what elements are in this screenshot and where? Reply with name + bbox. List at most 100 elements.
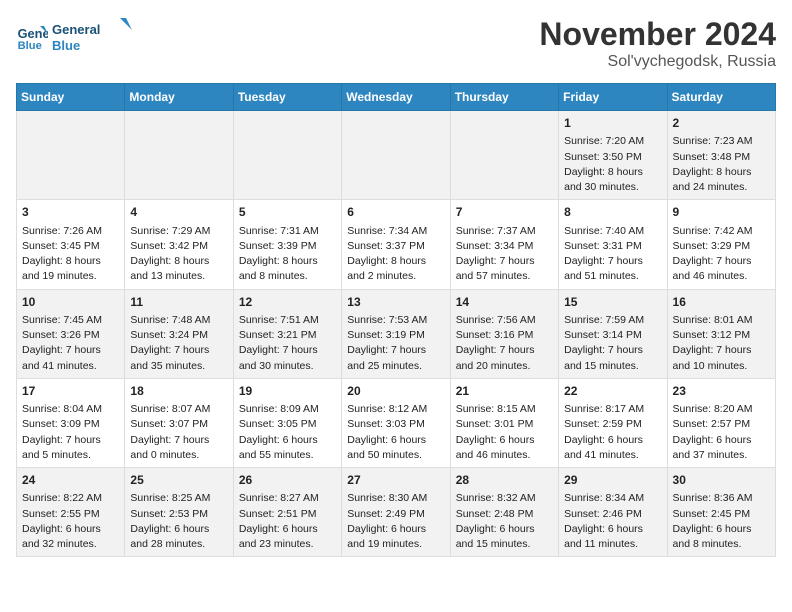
day-number: 10 [22, 294, 119, 311]
day-number: 6 [347, 204, 444, 221]
day-number: 24 [22, 472, 119, 489]
calendar-cell: 3Sunrise: 7:26 AMSunset: 3:45 PMDaylight… [17, 200, 125, 289]
weekday-header-thursday: Thursday [450, 84, 558, 111]
day-info: and 46 minutes. [456, 448, 553, 463]
day-number: 17 [22, 383, 119, 400]
day-info: Sunset: 2:59 PM [564, 417, 661, 432]
day-number: 3 [22, 204, 119, 221]
day-info: Sunset: 3:50 PM [564, 150, 661, 165]
weekday-header-monday: Monday [125, 84, 233, 111]
day-info: Sunrise: 8:01 AM [673, 313, 770, 328]
day-info: Daylight: 7 hours [673, 343, 770, 358]
day-info: Sunrise: 7:59 AM [564, 313, 661, 328]
day-info: Daylight: 7 hours [130, 343, 227, 358]
day-info: Sunrise: 8:04 AM [22, 402, 119, 417]
calendar-cell: 12Sunrise: 7:51 AMSunset: 3:21 PMDayligh… [233, 289, 341, 378]
calendar-cell: 24 Sunrise: 8:22 AMSunset: 2:55 PMDayligh… [17, 468, 125, 557]
day-number: 15 [564, 294, 661, 311]
day-info: Sunrise: 8:36 AM [673, 491, 770, 506]
day-number: 14 [456, 294, 553, 311]
calendar-cell: 1Sunrise: 7:20 AMSunset: 3:50 PMDaylight… [559, 111, 667, 200]
day-info: and 2 minutes. [347, 269, 444, 284]
day-info: Sunset: 2:48 PM [456, 507, 553, 522]
day-info: Sunset: 3:45 PM [22, 239, 119, 254]
day-info: Daylight: 6 hours [239, 433, 336, 448]
day-info: Sunset: 3:19 PM [347, 328, 444, 343]
day-info: and 46 minutes. [673, 269, 770, 284]
calendar-cell: 16Sunrise: 8:01 AMSunset: 3:12 PMDayligh… [667, 289, 775, 378]
day-number: 20 [347, 383, 444, 400]
day-info: and 10 minutes. [673, 359, 770, 374]
week-row-2: 3Sunrise: 7:26 AMSunset: 3:45 PMDaylight… [17, 200, 776, 289]
weekday-header-tuesday: Tuesday [233, 84, 341, 111]
day-info: and 55 minutes. [239, 448, 336, 463]
day-info: Sunset: 2:55 PM [22, 507, 119, 522]
calendar-cell [17, 111, 125, 200]
day-info: Sunset: 2:51 PM [239, 507, 336, 522]
calendar-cell: 20Sunrise: 8:12 AMSunset: 3:03 PMDayligh… [342, 378, 450, 467]
page-header: General Blue General Blue November 2024 … [16, 16, 776, 71]
day-info: and 15 minutes. [564, 359, 661, 374]
day-info: Sunrise: 7:42 AM [673, 224, 770, 239]
day-info: Daylight: 6 hours [347, 433, 444, 448]
day-info: Daylight: 6 hours [130, 522, 227, 537]
day-info: Sunset: 2:57 PM [673, 417, 770, 432]
day-info: Sunrise: 7:23 AM [673, 134, 770, 149]
day-info: Daylight: 6 hours [456, 433, 553, 448]
day-info: Sunrise: 8:22 AM [22, 491, 119, 506]
logo: General Blue General Blue [16, 16, 132, 59]
weekday-header-sunday: Sunday [17, 84, 125, 111]
day-info: and 41 minutes. [22, 359, 119, 374]
day-info: Sunrise: 8:30 AM [347, 491, 444, 506]
day-info: Daylight: 7 hours [456, 254, 553, 269]
week-row-3: 10Sunrise: 7:45 AMSunset: 3:26 PMDayligh… [17, 289, 776, 378]
day-info: Sunset: 2:53 PM [130, 507, 227, 522]
calendar-cell: 4Sunrise: 7:29 AMSunset: 3:42 PMDaylight… [125, 200, 233, 289]
calendar-table: SundayMondayTuesdayWednesdayThursdayFrid… [16, 83, 776, 557]
day-info: Daylight: 7 hours [456, 343, 553, 358]
day-info: Sunset: 2:45 PM [673, 507, 770, 522]
day-number: 22 [564, 383, 661, 400]
calendar-cell: 29Sunrise: 8:34 AMSunset: 2:46 PMDayligh… [559, 468, 667, 557]
calendar-cell: 10Sunrise: 7:45 AMSunset: 3:26 PMDayligh… [17, 289, 125, 378]
day-number: 13 [347, 294, 444, 311]
day-number: 21 [456, 383, 553, 400]
day-info: Sunrise: 8:09 AM [239, 402, 336, 417]
day-info: Sunset: 3:29 PM [673, 239, 770, 254]
day-info: and 35 minutes. [130, 359, 227, 374]
calendar-cell: 14Sunrise: 7:56 AMSunset: 3:16 PMDayligh… [450, 289, 558, 378]
weekday-header-row: SundayMondayTuesdayWednesdayThursdayFrid… [17, 84, 776, 111]
day-info: Daylight: 7 hours [22, 343, 119, 358]
day-info: Daylight: 7 hours [22, 433, 119, 448]
day-info: Sunset: 3:31 PM [564, 239, 661, 254]
day-number: 9 [673, 204, 770, 221]
day-info: Sunrise: 7:29 AM [130, 224, 227, 239]
calendar-cell: 11Sunrise: 7:48 AMSunset: 3:24 PMDayligh… [125, 289, 233, 378]
day-number: 2 [673, 115, 770, 132]
day-info: Daylight: 8 hours [22, 254, 119, 269]
svg-text:Blue: Blue [52, 38, 80, 53]
day-info: Daylight: 7 hours [130, 433, 227, 448]
day-info: Sunrise: 7:20 AM [564, 134, 661, 149]
day-info: and 0 minutes. [130, 448, 227, 463]
day-number: 4 [130, 204, 227, 221]
day-info: and 19 minutes. [22, 269, 119, 284]
day-info: Sunrise: 7:56 AM [456, 313, 553, 328]
day-info: Sunrise: 7:37 AM [456, 224, 553, 239]
day-info: Daylight: 8 hours [239, 254, 336, 269]
day-info: Sunrise: 8:12 AM [347, 402, 444, 417]
day-info: Daylight: 6 hours [673, 433, 770, 448]
day-info: Daylight: 8 hours [564, 165, 661, 180]
calendar-cell: 21Sunrise: 8:15 AMSunset: 3:01 PMDayligh… [450, 378, 558, 467]
day-info: Daylight: 6 hours [22, 522, 119, 537]
day-number: 5 [239, 204, 336, 221]
calendar-cell: 13Sunrise: 7:53 AMSunset: 3:19 PMDayligh… [342, 289, 450, 378]
day-info: and 30 minutes. [564, 180, 661, 195]
day-info: Daylight: 6 hours [456, 522, 553, 537]
calendar-cell: 22Sunrise: 8:17 AMSunset: 2:59 PMDayligh… [559, 378, 667, 467]
weekday-header-wednesday: Wednesday [342, 84, 450, 111]
calendar-cell: 25Sunrise: 8:25 AMSunset: 2:53 PMDayligh… [125, 468, 233, 557]
day-info: Sunset: 3:01 PM [456, 417, 553, 432]
calendar-cell [125, 111, 233, 200]
calendar-cell: 2Sunrise: 7:23 AMSunset: 3:48 PMDaylight… [667, 111, 775, 200]
